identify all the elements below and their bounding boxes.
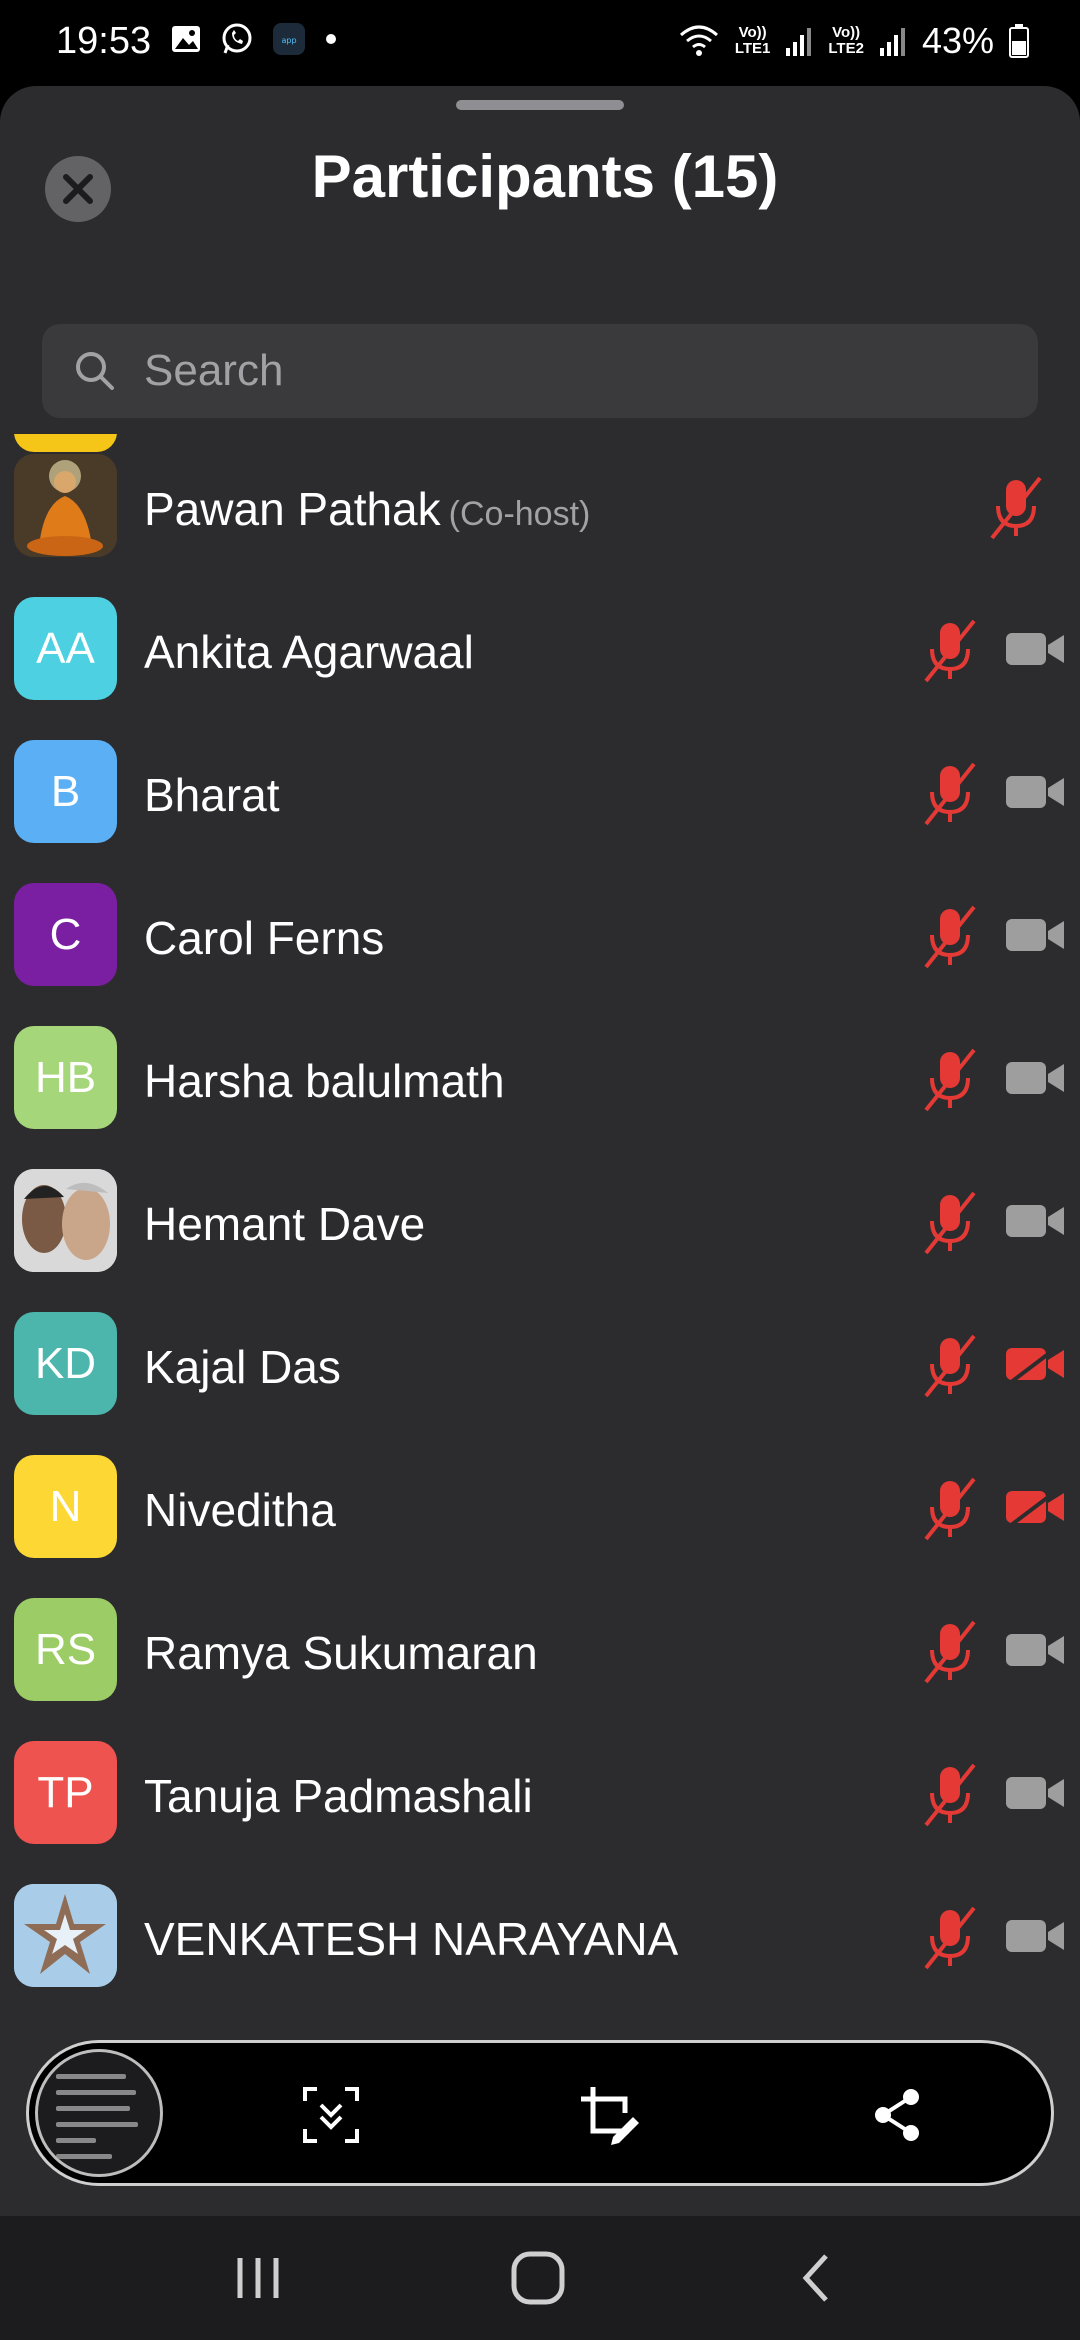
mic-off-icon[interactable]: [920, 1475, 980, 1541]
sheet-grabber[interactable]: [456, 100, 624, 110]
mic-off-icon[interactable]: [920, 1904, 980, 1970]
list-item[interactable]: TP Tanuja Padmashali: [0, 1721, 1080, 1864]
camera-icon[interactable]: [1004, 1914, 1066, 1958]
status-bar: 19:53 app Vo)) LTE1 Vo)) LTE2 43%: [0, 0, 1080, 86]
whatsapp-icon: [222, 23, 252, 54]
avatar: HB: [14, 1026, 117, 1129]
participant-name: Tanuja Padmashali: [144, 1770, 533, 1822]
search-placeholder: Search: [144, 346, 284, 395]
navigation-bar: [0, 2216, 1080, 2340]
sim1-label: Vo)) LTE1: [734, 24, 771, 57]
mic-off-icon[interactable]: [920, 903, 980, 969]
system-indicators: Vo)) LTE1 Vo)) LTE2 43%: [677, 20, 1030, 62]
notification-icons: app: [170, 22, 338, 56]
camera-icon[interactable]: [1004, 1199, 1066, 1243]
back-icon[interactable]: [786, 2246, 850, 2310]
list-item[interactable]: KD Kajal Das: [0, 1292, 1080, 1435]
status-time: 19:53: [56, 20, 152, 62]
list-item[interactable]: N Niveditha: [0, 1435, 1080, 1578]
scroll-capture-icon[interactable]: [299, 2083, 363, 2147]
participant-name: Carol Ferns: [144, 912, 385, 964]
camera-icon[interactable]: [1004, 1628, 1066, 1672]
camera-icon[interactable]: [1004, 770, 1066, 814]
camera-off-icon[interactable]: [1004, 1342, 1066, 1386]
participant-name: Harsha balulmath: [144, 1055, 505, 1107]
avatar: N: [14, 1455, 117, 1558]
signal-icon-2: [879, 28, 905, 56]
signal-icon-1: [786, 28, 812, 56]
list-item[interactable]: Pawan Pathak (Co-host): [0, 434, 1080, 577]
participant-name: Ankita Agarwaal: [144, 626, 474, 678]
mic-off-icon[interactable]: [920, 1332, 980, 1398]
portrait-photo: [14, 1169, 117, 1272]
battery-icon: [1009, 24, 1029, 58]
page-title: Participants (15): [311, 143, 779, 210]
gallery-icon: [172, 26, 200, 52]
dot-icon: [326, 34, 336, 44]
list-item[interactable]: C Carol Ferns: [0, 863, 1080, 1006]
avatar: C: [14, 883, 117, 986]
participants-sheet: Participants (15) Search Pawan Pathak (Co…: [0, 86, 1080, 2216]
search-input[interactable]: Search: [42, 324, 1038, 418]
mic-off-icon[interactable]: [920, 1189, 980, 1255]
avatar: RS: [14, 1598, 117, 1701]
screenshot-toolbar: [26, 2040, 1054, 2186]
list-item[interactable]: AA Ankita Agarwaal: [0, 577, 1080, 720]
list-item[interactable]: HB Harsha balulmath: [0, 1006, 1080, 1149]
avatar: TP: [14, 1741, 117, 1844]
list-item[interactable]: Hemant Dave: [0, 1149, 1080, 1292]
home-icon[interactable]: [506, 2246, 570, 2310]
camera-off-icon[interactable]: [1004, 1485, 1066, 1529]
avatar: AA: [14, 597, 117, 700]
wifi-icon: [679, 25, 718, 56]
mic-off-icon[interactable]: [920, 1761, 980, 1827]
crop-edit-icon[interactable]: [577, 2083, 641, 2147]
list-item[interactable]: RS Ramya Sukumaran: [0, 1578, 1080, 1721]
participant-name: Bharat: [144, 769, 280, 821]
avatar: [14, 1884, 117, 1987]
participant-name: Niveditha: [144, 1484, 336, 1536]
screenshot-thumbnail[interactable]: [35, 2049, 163, 2177]
participant-name: Ramya Sukumaran: [144, 1627, 538, 1679]
search-icon: [76, 352, 114, 390]
camera-icon[interactable]: [1004, 913, 1066, 957]
battery-percent: 43%: [921, 20, 994, 61]
buddha-photo: [14, 454, 117, 557]
share-icon[interactable]: [865, 2083, 929, 2147]
participant-name: Kajal Das: [144, 1341, 341, 1393]
camera-icon[interactable]: [1004, 627, 1066, 671]
mic-off-icon[interactable]: [920, 760, 980, 826]
camera-icon[interactable]: [1004, 1771, 1066, 1815]
recents-icon[interactable]: [226, 2246, 290, 2310]
list-item[interactable]: VENKATESH NARAYANA: [0, 1864, 1080, 2007]
mic-off-icon[interactable]: [986, 474, 1046, 540]
participant-name: Pawan Pathak (Co-host): [144, 483, 591, 535]
avatar: [14, 1169, 117, 1272]
avatar: B: [14, 740, 117, 843]
list-item[interactable]: B Bharat: [0, 720, 1080, 863]
star-hands-photo: [14, 1884, 117, 1987]
camera-icon[interactable]: [1004, 1056, 1066, 1100]
app-notification-icon: app: [273, 23, 305, 55]
svg-text:app: app: [281, 36, 296, 45]
mic-off-icon[interactable]: [920, 1618, 980, 1684]
avatar: [14, 454, 117, 557]
sim2-label: Vo)) LTE2: [828, 24, 864, 57]
participant-name: Hemant Dave: [144, 1198, 426, 1250]
participant-name: VENKATESH NARAYANA: [144, 1913, 679, 1965]
mic-off-icon[interactable]: [920, 617, 980, 683]
mic-off-icon[interactable]: [920, 1046, 980, 1112]
avatar: KD: [14, 1312, 117, 1415]
